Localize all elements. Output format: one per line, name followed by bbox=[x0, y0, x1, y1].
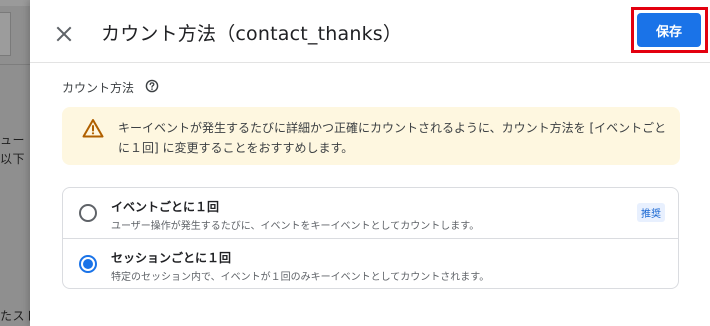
warning-triangle-icon bbox=[82, 119, 104, 138]
radio-once-per-event[interactable] bbox=[79, 204, 97, 222]
panel-title: カウント方法（contact_thanks） bbox=[101, 23, 403, 45]
option-once-per-event[interactable]: イベントごとに１回 ユーザー操作が発生するたびに、イベントをキーイベントとしてカ… bbox=[63, 188, 678, 239]
background-field bbox=[0, 12, 11, 56]
background-text-line: ュー bbox=[0, 133, 26, 147]
help-circle-icon[interactable] bbox=[145, 79, 159, 93]
recommended-badge: 推奨 bbox=[637, 203, 665, 222]
close-button[interactable] bbox=[52, 22, 76, 46]
background-text-line: たスト bbox=[0, 309, 30, 323]
count-method-label: カウント方法 bbox=[62, 81, 135, 95]
background-top-bar bbox=[0, 0, 30, 6]
option-title: イベントごとに１回 bbox=[111, 200, 220, 214]
app-frame: ュー 以下 たスト カウント方法（contact_thanks） 保存 カウント… bbox=[0, 0, 710, 326]
background-page-overlay: ュー 以下 たスト bbox=[0, 0, 30, 326]
notice-text: キーイベントが発生するたびに詳細かつ正確にカウントされるように、カウント方法を … bbox=[118, 121, 667, 155]
option-title: セッションごとに１回 bbox=[111, 251, 232, 265]
option-once-per-session[interactable]: セッションごとに１回 特定のセッション内で、イベントが１回のみキーイベントとして… bbox=[63, 239, 678, 288]
count-method-options: イベントごとに１回 ユーザー操作が発生するたびに、イベントをキーイベントとしてカ… bbox=[62, 187, 679, 289]
count-method-panel: カウント方法（contact_thanks） 保存 カウント方法 キーイベントが… bbox=[30, 0, 710, 326]
background-text-line: 以下 bbox=[0, 152, 26, 166]
recommendation-notice: キーイベントが発生するたびに詳細かつ正確にカウントされるように、カウント方法を … bbox=[62, 107, 680, 165]
background-divider bbox=[0, 64, 30, 65]
option-description: ユーザー操作が発生するたびに、イベントをキーイベントとしてカウントします。 bbox=[111, 221, 480, 232]
close-icon bbox=[56, 26, 72, 42]
save-button[interactable]: 保存 bbox=[637, 13, 701, 47]
option-description: 特定のセッション内で、イベントが１回のみキーイベントとしてカウントされます。 bbox=[111, 272, 490, 283]
radio-once-per-session[interactable] bbox=[79, 255, 97, 273]
panel-header: カウント方法（contact_thanks） bbox=[30, 6, 710, 63]
